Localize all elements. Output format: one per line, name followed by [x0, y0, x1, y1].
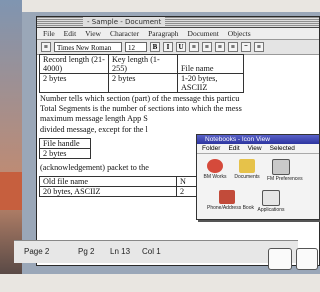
- table-cell: 1-20 bytes, ASCIIZ: [177, 73, 244, 93]
- menu-edit[interactable]: Edit: [64, 28, 77, 39]
- popup-menu-bar: Folder Edit View Selected: [197, 144, 319, 154]
- desktop-accent: [0, 172, 22, 210]
- applications-icon: [262, 190, 280, 206]
- body-line: maximum message length App S: [40, 114, 148, 124]
- superscript-button[interactable]: ⁻: [241, 42, 251, 52]
- align-center-button[interactable]: ≡: [202, 42, 212, 52]
- menu-character[interactable]: Character: [110, 28, 139, 39]
- table-cell: 2 bytes: [39, 147, 91, 159]
- status-page: Page 2: [24, 247, 50, 256]
- documents-item[interactable]: Documents: [233, 159, 261, 180]
- menu-document[interactable]: Document: [188, 28, 219, 39]
- list-button[interactable]: ≡: [254, 42, 264, 52]
- file-handle-table: File handle 2 bytes: [39, 137, 91, 159]
- align-left-button[interactable]: ≡: [189, 42, 199, 52]
- menu-file[interactable]: File: [43, 28, 55, 39]
- bm-works-icon: [207, 159, 223, 173]
- font-size-select[interactable]: 12: [125, 42, 147, 52]
- title-bar[interactable]: - Sample - Document: [37, 17, 319, 28]
- format-toolbar: ≡ Times New Roman 12 B I U ≡ ≡ ≡ ≡ ⁻ ≡: [37, 40, 319, 55]
- item-label: Documents: [234, 174, 260, 180]
- window-icon[interactable]: [296, 248, 318, 270]
- popup-menu-selected[interactable]: Selected: [270, 144, 295, 153]
- status-pg: Pg 2: [78, 247, 95, 256]
- folder-icon: [239, 159, 255, 173]
- align-right-button[interactable]: ≡: [215, 42, 225, 52]
- body-line: Number tells which section (part) of the…: [40, 94, 240, 103]
- table-cell: File name: [177, 54, 244, 74]
- table-cell: Record length (21-4000): [39, 54, 109, 74]
- table-cell: 2 bytes: [108, 73, 178, 93]
- table-cell: 2 bytes: [39, 73, 109, 93]
- font-select[interactable]: Times New Roman: [54, 42, 122, 52]
- table-cell: Key length (1-255): [108, 54, 178, 74]
- popup-menu-view[interactable]: View: [248, 144, 262, 153]
- address-book-icon: [219, 190, 235, 204]
- popup-menu-folder[interactable]: Folder: [202, 144, 220, 153]
- style-button[interactable]: ≡: [41, 42, 51, 52]
- table-cell: Old file name: [39, 176, 177, 188]
- fm-preferences-item[interactable]: FM Preferences: [267, 159, 303, 182]
- status-line: Ln 13: [110, 247, 131, 256]
- icon-view-window: Notebooks - Icon View Folder Edit View S…: [196, 134, 320, 220]
- item-label: FM Preferences: [267, 176, 303, 182]
- item-label: Phone/Address Book: [207, 205, 254, 211]
- desktop-background: [0, 0, 22, 274]
- table-cell: 20 bytes, ASCIIZ: [39, 186, 177, 198]
- applications-item[interactable]: Applications: [257, 190, 285, 213]
- document-icon[interactable]: [268, 248, 292, 270]
- body-line: divided message, except for the l: [40, 124, 148, 134]
- item-label: BM Works: [203, 174, 227, 180]
- menu-bar: File Edit View Character Paragraph Docum…: [37, 28, 319, 40]
- preferences-icon: [272, 159, 290, 175]
- justify-button[interactable]: ≡: [228, 42, 238, 52]
- popup-menu-edit[interactable]: Edit: [228, 144, 239, 153]
- underline-button[interactable]: U: [176, 42, 186, 52]
- window-title: - Sample - Document: [83, 17, 166, 27]
- bm-works-item[interactable]: BM Works: [201, 159, 229, 180]
- body-line: Total Segments is the number of sections…: [40, 104, 242, 114]
- table-cell: File handle: [39, 137, 91, 149]
- item-label: Applications: [257, 207, 285, 213]
- menu-paragraph[interactable]: Paragraph: [148, 28, 178, 39]
- record-table: Record length (21-4000) Key length (1-25…: [39, 54, 244, 93]
- menu-objects[interactable]: Objects: [228, 28, 251, 39]
- popup-title[interactable]: Notebooks - Icon View: [197, 135, 319, 144]
- phone-address-book-item[interactable]: Phone/Address Book: [207, 190, 254, 211]
- status-col: Col 1: [142, 247, 161, 256]
- italic-button[interactable]: I: [163, 42, 173, 52]
- menu-view[interactable]: View: [85, 28, 101, 39]
- bold-button[interactable]: B: [150, 42, 160, 52]
- status-bar: Page 2 Pg 2 Ln 13 Col 1: [14, 240, 298, 263]
